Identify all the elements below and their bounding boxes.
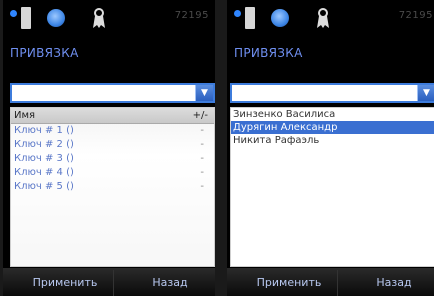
key-name: Ключ # 1 () (14, 125, 74, 136)
back-button[interactable]: Назад (359, 273, 429, 293)
list-item[interactable]: Зинзенко Василиса (231, 108, 434, 121)
battery-icon (21, 7, 31, 29)
dropdown-arrow-icon[interactable]: ▼ (417, 85, 434, 101)
selector-dropdown-open[interactable]: ▼ (230, 83, 434, 103)
globe-icon (47, 9, 65, 27)
keys-table: Имя +/- Ключ # 1 () - Ключ # 2 () - Ключ… (10, 107, 215, 267)
right-screen: 72195 ПРИВЯЗКА ▼ Зинзенко Василиса Дуряг… (227, 0, 434, 296)
key-action[interactable]: - (200, 153, 204, 164)
column-header-action: +/- (192, 110, 208, 121)
key-action[interactable]: - (200, 139, 204, 150)
table-row[interactable]: Ключ # 3 () - (11, 152, 214, 166)
back-button[interactable]: Назад (135, 273, 205, 293)
key-name: Ключ # 3 () (14, 153, 74, 164)
table-row[interactable]: Ключ # 2 () - (11, 138, 214, 152)
key-action[interactable]: - (200, 167, 204, 178)
key-name: Ключ # 5 () (14, 181, 74, 192)
list-item[interactable]: Никита Рафаэль (231, 134, 434, 147)
ribbon-icon (93, 7, 105, 29)
table-row[interactable]: Ключ # 4 () - (11, 166, 214, 180)
dropdown-arrow-icon[interactable]: ▼ (195, 85, 213, 101)
key-action[interactable]: - (200, 181, 204, 192)
softkey-divider (113, 270, 114, 296)
softkey-bar: Применить Назад (227, 268, 434, 296)
softkey-bar: Применить Назад (3, 268, 215, 296)
battery-icon (245, 7, 255, 29)
status-number: 72195 (174, 10, 209, 21)
key-name: Ключ # 4 () (14, 167, 74, 178)
status-dot-icon (10, 10, 17, 17)
key-action[interactable]: - (200, 125, 204, 136)
table-row[interactable]: Ключ # 5 () - (11, 180, 214, 194)
softkey-divider (337, 270, 338, 296)
table-row[interactable]: Ключ # 1 () - (11, 124, 214, 138)
status-bar: 72195 (227, 0, 434, 38)
page-title: ПРИВЯЗКА (234, 46, 303, 60)
table-header: Имя +/- (11, 108, 214, 124)
list-item-selected[interactable]: Дурягин Александр (231, 121, 434, 134)
status-bar: 72195 (3, 0, 215, 38)
selector-dropdown[interactable]: ▼ (10, 83, 215, 103)
apply-button[interactable]: Применить (249, 273, 329, 293)
status-dot-icon (234, 10, 241, 17)
page-title: ПРИВЯЗКА (10, 46, 79, 60)
status-number: 72195 (398, 10, 433, 21)
dropdown-options-list: Зинзенко Василиса Дурягин Александр Ники… (230, 107, 434, 267)
globe-icon (271, 9, 289, 27)
key-name: Ключ # 2 () (14, 139, 74, 150)
ribbon-icon (317, 7, 329, 29)
left-screen: 72195 ПРИВЯЗКА ▼ Имя +/- Ключ # 1 () - К… (3, 0, 215, 296)
apply-button[interactable]: Применить (25, 273, 105, 293)
column-header-name: Имя (14, 110, 36, 121)
